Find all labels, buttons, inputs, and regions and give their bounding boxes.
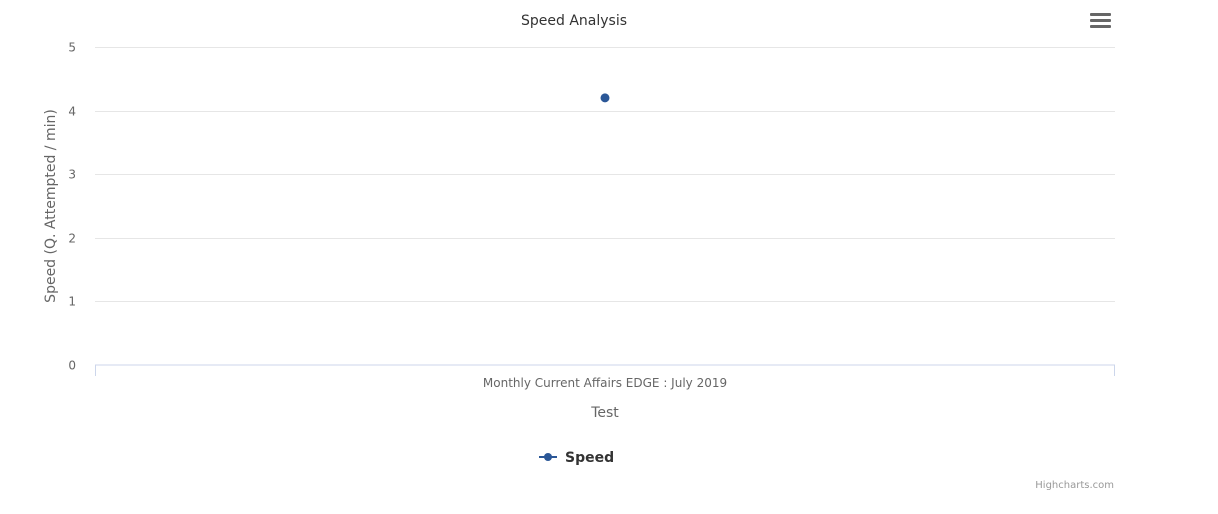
legend-label: Speed (565, 450, 614, 466)
x-category-label: Monthly Current Affairs EDGE : July 2019 (483, 376, 727, 390)
speed-analysis-chart: Speed Analysis 0 1 2 3 4 5 Monthly Current Af… (43, 8, 1116, 491)
y-tick-label-3: 3 (68, 168, 76, 182)
menu-button[interactable] (1086, 8, 1116, 34)
hamburger-icon (1090, 13, 1111, 28)
credits-link[interactable]: Highcharts.com (1035, 480, 1114, 491)
chart-title: Speed Analysis (521, 13, 627, 29)
grid-lines (95, 47, 1115, 302)
y-axis-tick-labels: 0 1 2 3 4 5 (68, 41, 76, 373)
y-tick-label-2: 2 (68, 232, 76, 246)
y-tick-label-1: 1 (68, 295, 76, 309)
data-point-speed[interactable] (600, 93, 610, 103)
x-axis-title: Test (590, 405, 619, 421)
legend-marker-symbol (544, 453, 552, 461)
y-tick-label-5: 5 (68, 41, 76, 55)
legend-item-speed[interactable]: Speed (539, 450, 614, 466)
y-tick-label-4: 4 (68, 105, 76, 119)
series-points (600, 93, 610, 103)
x-axis-category-labels: Monthly Current Affairs EDGE : July 2019 (483, 376, 727, 390)
y-axis-title: Speed (Q. Attempted / min) (43, 109, 59, 303)
y-tick-label-0: 0 (68, 359, 76, 373)
